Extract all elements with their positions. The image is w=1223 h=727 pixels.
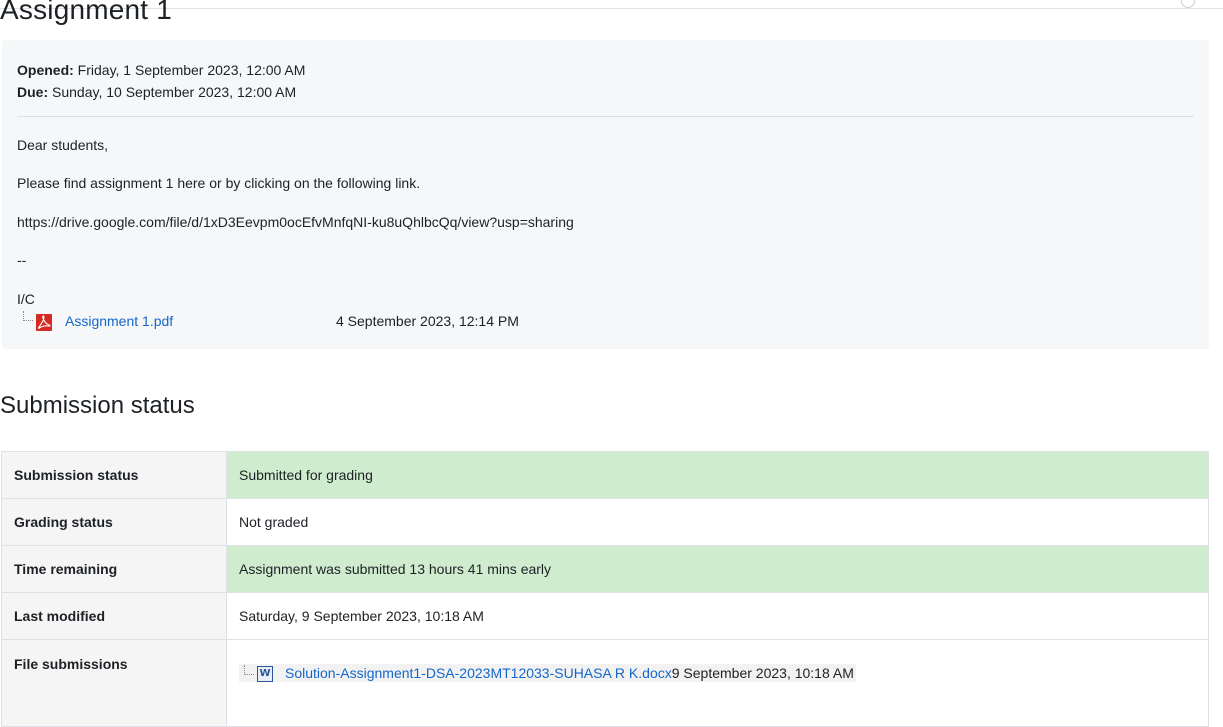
page-title: Assignment 1: [0, 0, 173, 25]
row-label: Submission status: [1, 451, 227, 499]
row-label: Time remaining: [1, 545, 227, 593]
description-greeting: Dear students,: [17, 137, 109, 153]
last-modified-value: Saturday, 9 September 2023, 10:18 AM: [226, 592, 1209, 640]
tree-connector-icon: [23, 311, 33, 321]
due-date: Due: Sunday, 10 September 2023, 12:00 AM: [17, 81, 305, 103]
submission-status-table: Submission status Submitted for grading …: [1, 451, 1209, 727]
due-value: Sunday, 10 September 2023, 12:00 AM: [52, 84, 297, 100]
due-label: Due:: [17, 84, 49, 100]
description-signature: I/C: [17, 291, 35, 307]
submission-status-heading: Submission status: [0, 392, 195, 419]
attachment-date: 4 September 2023, 12:14 PM: [336, 313, 519, 329]
table-row: Submission status Submitted for grading: [1, 451, 1209, 499]
time-remaining-value: Assignment was submitted 13 hours 41 min…: [226, 545, 1209, 593]
table-row: Last modified Saturday, 9 September 2023…: [1, 592, 1209, 640]
header-divider: [0, 8, 1223, 9]
row-label: File submissions: [1, 639, 227, 727]
opened-value: Friday, 1 September 2023, 12:00 AM: [77, 62, 306, 78]
submitted-file: W Solution-Assignment1-DSA-2023MT12033-S…: [239, 664, 856, 682]
submitted-file-date: 9 September 2023, 10:18 AM: [671, 665, 854, 681]
activity-description-panel: Opened: Friday, 1 September 2023, 12:00 …: [2, 40, 1209, 349]
word-document-icon: W: [257, 666, 273, 682]
table-row: Time remaining Assignment was submitted …: [1, 545, 1209, 593]
submitted-file-link[interactable]: Solution-Assignment1-DSA-2023MT12033-SUH…: [285, 665, 672, 681]
row-label: Last modified: [1, 592, 227, 640]
row-label: Grading status: [1, 498, 227, 546]
activity-dates: Opened: Friday, 1 September 2023, 12:00 …: [17, 59, 305, 103]
user-menu-icon[interactable]: [1181, 0, 1195, 8]
opened-label: Opened:: [17, 62, 74, 78]
description-instruction: Please find assignment 1 here or by clic…: [17, 175, 421, 191]
description-separator: --: [17, 252, 27, 268]
dates-divider: [17, 116, 1194, 117]
grading-status-value: Not graded: [226, 498, 1209, 546]
table-row: Grading status Not graded: [1, 498, 1209, 546]
description-link: https://drive.google.com/file/d/1xD3Eevp…: [17, 214, 574, 230]
attachment-link[interactable]: Assignment 1.pdf: [65, 313, 173, 329]
pdf-file-icon: [36, 314, 52, 331]
table-row: File submissions W Solution-Assignment1-…: [1, 639, 1209, 727]
tree-connector-icon: [244, 665, 254, 675]
file-submissions-cell: W Solution-Assignment1-DSA-2023MT12033-S…: [226, 639, 1209, 727]
opened-date: Opened: Friday, 1 September 2023, 12:00 …: [17, 59, 305, 81]
submission-status-value: Submitted for grading: [226, 451, 1209, 499]
